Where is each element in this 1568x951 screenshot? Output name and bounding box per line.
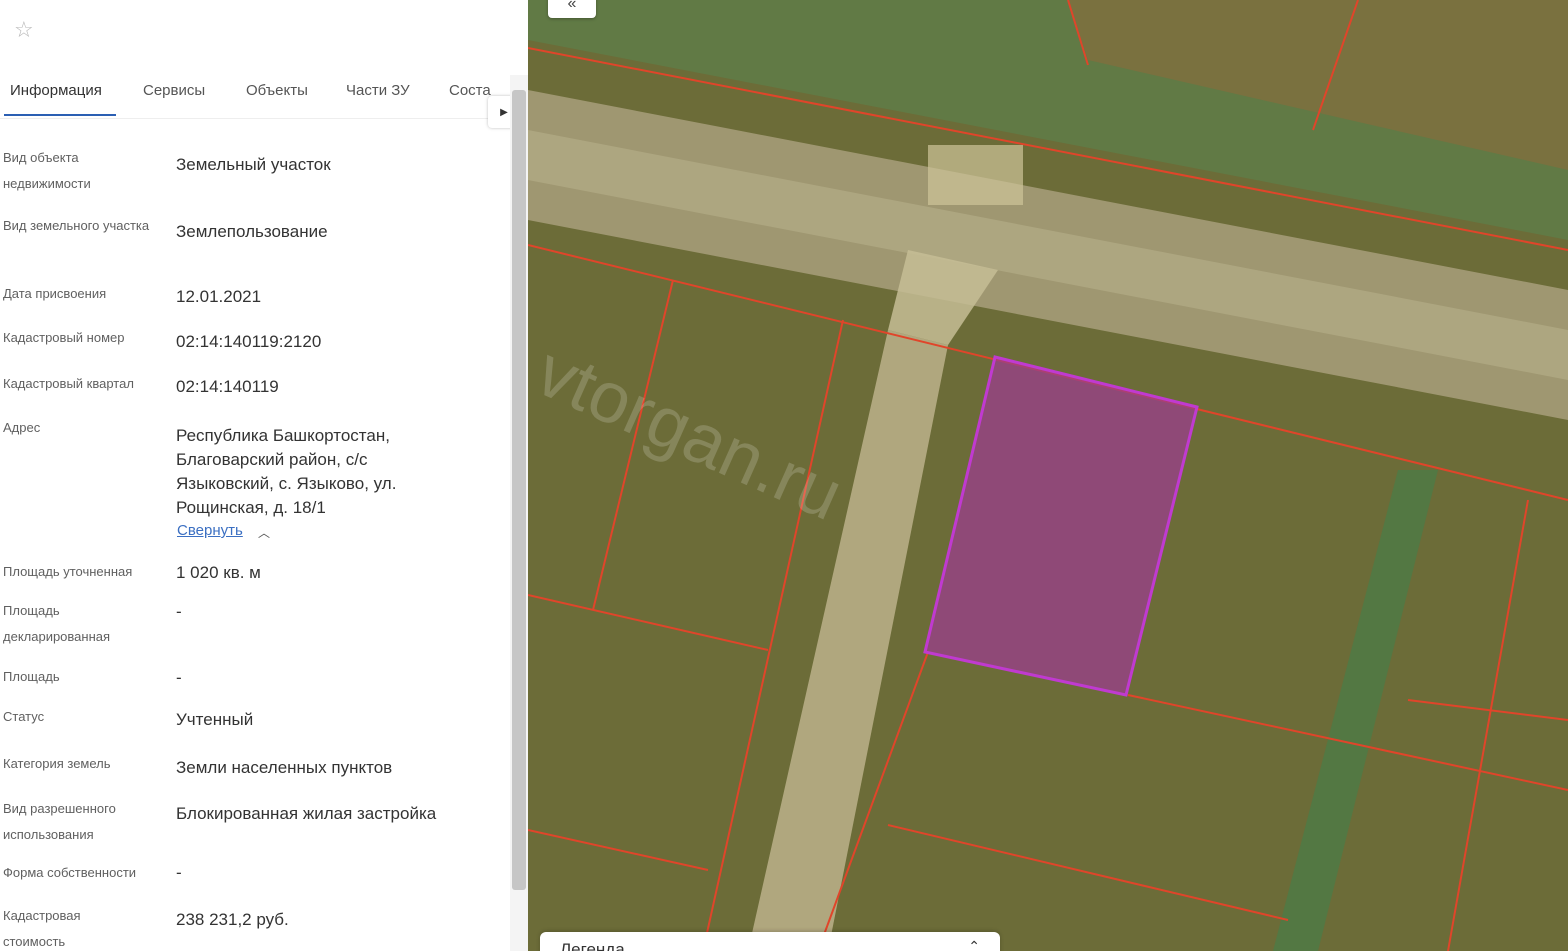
field-value-land-category: Земли населенных пунктов xyxy=(176,758,393,777)
chevron-right-icon: ▶ xyxy=(500,106,508,118)
field-label-area-refined: Площадь уточненная xyxy=(3,564,133,579)
field-label-cadastral-value: Кадастровая стоимость xyxy=(3,908,81,949)
field-value-area-declared: - xyxy=(176,602,182,621)
building xyxy=(928,145,1023,205)
field-label-address: Адрес xyxy=(3,420,41,435)
field-label-status: Статус xyxy=(3,709,45,724)
legend-title: Легенда xyxy=(560,940,625,951)
active-tab-indicator xyxy=(4,114,116,116)
field-label-land-category: Категория земель xyxy=(3,756,111,771)
field-label-assign-date: Дата присвоения xyxy=(3,286,107,301)
field-value-area: - xyxy=(176,668,182,687)
tab-bar: Информация Сервисы Объекты Части ЗУ Сост… xyxy=(0,70,528,128)
tab-information[interactable]: Информация xyxy=(10,82,102,99)
field-label-area-declared: Площадь декларированная xyxy=(3,603,111,644)
field-value-cadastral-number: 02:14:140119:2120 xyxy=(176,332,322,351)
chevron-up-icon[interactable]: ︿ xyxy=(258,524,270,541)
field-label-permitted-use: Вид разрешенного использования xyxy=(3,801,116,842)
field-value-cadastral-value: 238 231,2 руб. xyxy=(176,910,289,929)
field-label-cadastral-number: Кадастровый номер xyxy=(3,330,125,345)
favorite-star-icon[interactable]: ☆ xyxy=(14,18,34,43)
field-value-assign-date: 12.01.2021 xyxy=(176,287,262,306)
tab-parts[interactable]: Части ЗУ xyxy=(346,82,410,99)
field-label-cadastral-quarter: Кадастровый квартал xyxy=(3,376,134,391)
map-view[interactable]: vtorgan.ru « Легенда ⌃ xyxy=(528,0,1568,951)
field-label-area: Площадь xyxy=(3,669,60,684)
field-label-object-type: Вид объекта недвижимости xyxy=(3,150,91,191)
field-value-land-type: Землепользование xyxy=(176,222,328,241)
legend-panel[interactable]: Легенда ⌃ xyxy=(540,932,1000,951)
tab-objects[interactable]: Объекты xyxy=(246,82,308,99)
collapse-address-link[interactable]: Свернуть xyxy=(177,522,243,539)
legend-toggle-icon[interactable]: ⌃ xyxy=(968,938,980,951)
field-value-ownership: - xyxy=(176,863,182,882)
field-value-object-type: Земельный участок xyxy=(176,155,331,174)
field-value-cadastral-quarter: 02:14:140119 xyxy=(176,377,279,396)
field-label-land-type: Вид земельного участка xyxy=(3,218,150,233)
field-value-address: Республика Башкортостан, Благоварский ра… xyxy=(176,426,397,517)
field-label-ownership: Форма собственности xyxy=(3,865,137,880)
collapse-panel-button[interactable]: « xyxy=(548,0,596,18)
tab-composition[interactable]: Соста xyxy=(449,82,491,99)
field-value-permitted-use: Блокированная жилая застройка xyxy=(176,804,437,823)
field-value-area-refined: 1 020 кв. м xyxy=(176,563,261,582)
scrollbar-thumb[interactable] xyxy=(512,90,526,890)
tab-services[interactable]: Сервисы xyxy=(143,82,205,99)
field-value-status: Учтенный xyxy=(176,710,254,729)
info-panel: ☆ Информация Сервисы Объекты Части ЗУ Со… xyxy=(0,0,528,951)
